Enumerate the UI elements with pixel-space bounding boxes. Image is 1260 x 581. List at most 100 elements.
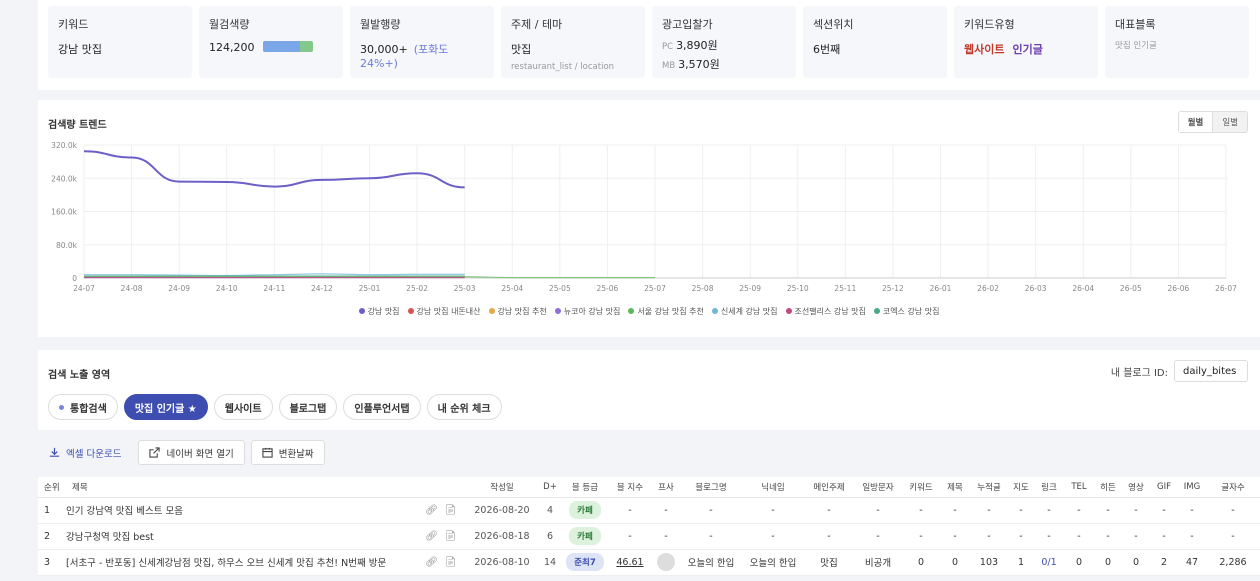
header-title-count[interactable]: 제목 [940, 477, 970, 498]
document-icon[interactable]: 📄︎ [444, 557, 457, 568]
legend-item[interactable]: 강남 맛집 추천 [488, 307, 547, 316]
photo-cell: - [652, 497, 680, 524]
table-row[interactable]: 2 강남구청역 맛집 best 🔗︎ 📄︎ 2026-08-18 6 카페 - - - - - - - -… [38, 523, 1260, 550]
tab-popular-posts[interactable]: 맛집 인기글 ★ [123, 394, 208, 420]
button-label: 엑셀 다운로드 [66, 448, 122, 460]
rank-cell: 1 [38, 497, 66, 524]
table-row[interactable]: 1 인기 강남역 맛집 베스트 모음 🔗︎ 📄︎ 2026-08-20 4 카페 - - - - -… [38, 497, 1260, 524]
x-tick-label: 25-05 [549, 284, 571, 293]
header-hidden[interactable]: 히든 [1094, 477, 1122, 498]
document-icon[interactable]: 📄︎ [444, 505, 457, 516]
icon-cell: 🔗︎ 📄︎ [416, 523, 466, 550]
legend-item[interactable]: 강남 맛집 내돈내산 [407, 307, 481, 316]
tab-label: 맛집 인기글 ★ [134, 403, 197, 415]
open-naver-button[interactable]: 네이버 화면 열기 [138, 440, 245, 465]
title-cell[interactable]: [서초구 - 반포동] 신세계강남점 맛집, 하우스 오브 신세계 맛집 추천!… [66, 549, 416, 576]
hidden-cell: 0 [1094, 549, 1122, 576]
legend-dot-icon [711, 308, 718, 314]
nick-cell: - [742, 523, 804, 550]
tab-my-rank[interactable]: 내 순위 체크 [426, 394, 502, 420]
header-img[interactable]: IMG [1178, 477, 1206, 498]
topic-cell: - [804, 497, 854, 524]
header-rank[interactable]: 순위 [38, 477, 66, 498]
legend-item[interactable]: 뉴코아 강남 맛집 [554, 307, 620, 316]
header-nickname[interactable]: 닉네임 [742, 477, 804, 498]
date-cell: 2026-08-20 [466, 497, 538, 524]
header-grade[interactable]: 블 등급 [562, 477, 608, 498]
x-tick-label: 25-01 [359, 284, 381, 293]
header-photo[interactable]: 프사 [652, 477, 680, 498]
toggle-daily[interactable]: 일별 [1213, 112, 1247, 132]
header-keyword[interactable]: 키워드 [902, 477, 940, 498]
link-icon[interactable]: 🔗︎ [425, 557, 438, 568]
title-cell[interactable]: 강남구청역 맛집 best [66, 523, 416, 550]
header-visitors[interactable]: 일방문자 [854, 477, 902, 498]
header-main-topic[interactable]: 메인주제 [804, 477, 854, 498]
title-cell[interactable]: 인기 강남역 맛집 베스트 모음 [66, 497, 416, 524]
tab-label: 통합검색 [70, 403, 107, 415]
document-icon[interactable]: 📄︎ [444, 531, 457, 542]
stat-label: 키워드 [58, 18, 89, 31]
tel-cell: - [1064, 497, 1094, 524]
legend-item[interactable]: 신세계 강남 맛집 [711, 307, 778, 316]
blog-cell: - [680, 523, 742, 550]
d-cell: 4 [538, 497, 562, 524]
map-cell: - [1008, 523, 1034, 550]
posts-cell: - [970, 523, 1008, 550]
header-tel[interactable]: TEL [1064, 477, 1094, 498]
date-convert-button[interactable]: 변환날짜 [250, 440, 325, 465]
tab-blog[interactable]: 블로그탭 [278, 394, 338, 420]
link-icon[interactable]: 🔗︎ [425, 531, 438, 542]
index-cell[interactable]: 46.61 [608, 549, 652, 576]
header-video[interactable]: 영상 [1122, 477, 1150, 498]
y-tick-label: 320.0k [51, 141, 77, 150]
x-tick-label: 24-08 [121, 284, 143, 293]
blog-id-input[interactable] [1174, 360, 1248, 382]
x-tick-label: 25-08 [692, 284, 714, 293]
gif-cell: 2 [1150, 549, 1178, 576]
header-title[interactable]: 제목 [66, 477, 416, 498]
header-link[interactable]: 링크 [1034, 477, 1064, 498]
header-icons [416, 477, 466, 498]
excel-download-button[interactable]: 엑셀 다운로드 [38, 440, 132, 465]
tab-label: 내 순위 체크 [437, 403, 491, 415]
x-tick-label: 25-06 [597, 284, 619, 293]
link-cell: - [1034, 497, 1064, 524]
header-index[interactable]: 블 지수 [608, 477, 652, 498]
img-cell: - [1178, 497, 1206, 524]
legend-item[interactable]: 조선팰리스 강남 맛집 [785, 307, 866, 316]
header-map[interactable]: 지도 [1008, 477, 1034, 498]
blog-id-field: 내 블로그 ID: [1111, 360, 1248, 382]
tab-influencer[interactable]: 인플루언서탭 [343, 394, 421, 420]
stat-section-position: 섹션위치 6번째 [803, 6, 947, 78]
header-d-plus[interactable]: D+ [538, 477, 562, 498]
tab-integrated[interactable]: 통합검색 [48, 394, 118, 420]
chars-cell: - [1206, 523, 1260, 550]
table-row[interactable]: 3 [서초구 - 반포동] 신세계강남점 맛집, 하우스 오브 신세계 맛집 추천… [38, 549, 1260, 576]
legend-item[interactable]: 강남 맛집 [358, 307, 400, 316]
header-chars[interactable]: 글자수 [1206, 477, 1260, 498]
header-blog-name[interactable]: 블로그명 [680, 477, 742, 498]
grade-cell: 카페 [562, 497, 608, 524]
legend-item[interactable]: 서울 강남 맛집 추천 [628, 307, 704, 316]
header-gif[interactable]: GIF [1150, 477, 1178, 498]
legend-item[interactable]: 코엑스 강남 맛집 [873, 307, 939, 316]
img-cell: - [1178, 523, 1206, 550]
index-cell: - [608, 497, 652, 524]
table-actions: 엑셀 다운로드 네이버 화면 열기 변환날짜 [38, 440, 325, 465]
x-tick-label: 24-11 [263, 284, 285, 293]
tab-website[interactable]: 웹사이트 [213, 394, 273, 420]
header-posts[interactable]: 누적글 [970, 477, 1008, 498]
toggle-monthly[interactable]: 월별 [1178, 112, 1214, 132]
stat-sub: restaurant_list / location [511, 62, 615, 72]
img-cell: 47 [1178, 549, 1206, 576]
map-cell: 1 [1008, 549, 1034, 576]
header-date[interactable]: 작성일 [466, 477, 538, 498]
stat-topic: 주제 / 테마 맛집 restaurant_list / location [501, 6, 645, 78]
stat-value: 강남 맛집 [58, 43, 102, 56]
link-icon[interactable]: 🔗︎ [425, 505, 438, 516]
type-website: 웹사이트 [964, 43, 1005, 56]
tab-label: 인플루언서탭 [354, 403, 410, 415]
trend-title: 검색량 트렌드 [48, 120, 107, 131]
external-link-icon [149, 447, 161, 458]
